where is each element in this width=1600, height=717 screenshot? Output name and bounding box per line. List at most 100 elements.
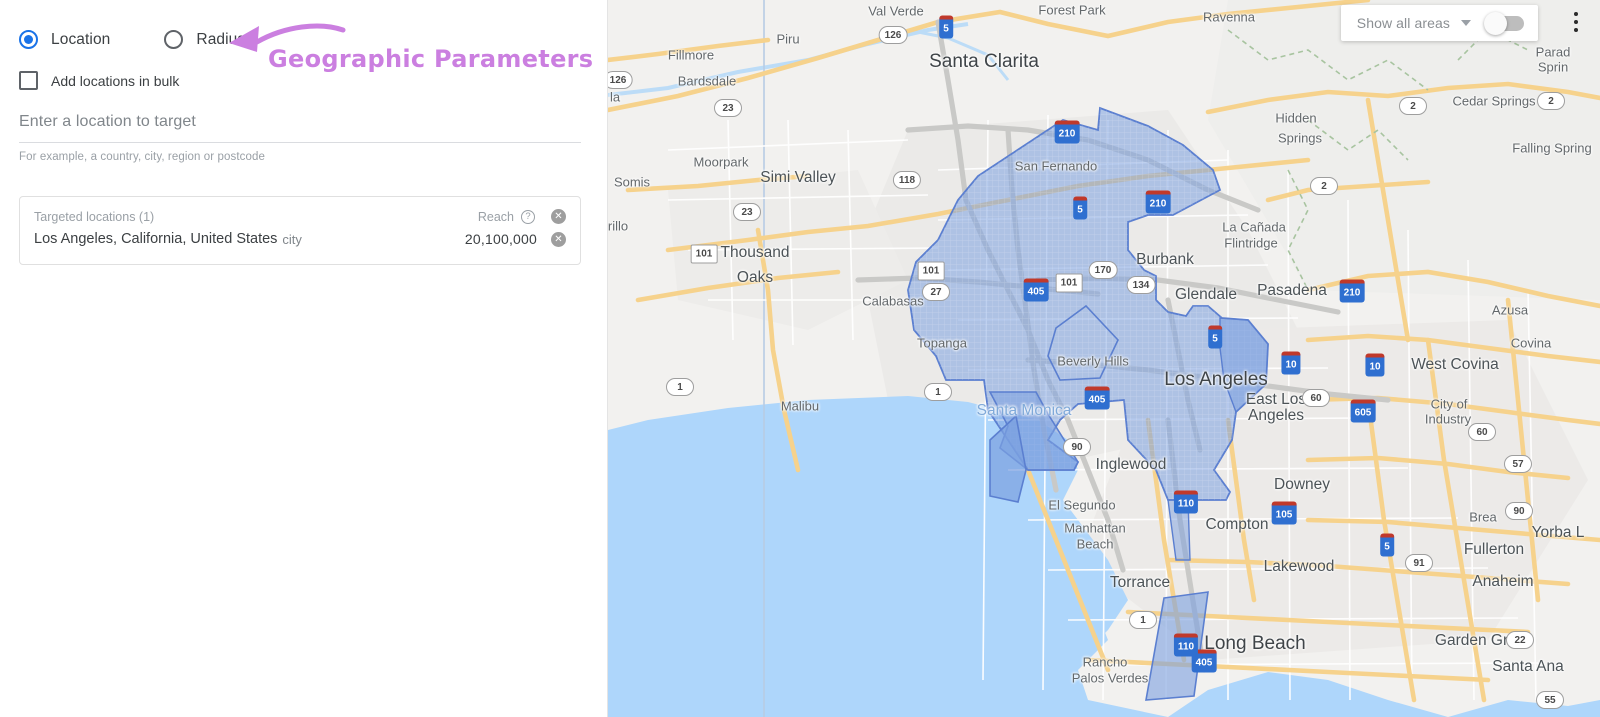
geographic-parameters-panel: Location Radius Add locations in bulk En… xyxy=(0,0,608,717)
road-shield-icon: 2 xyxy=(1310,177,1338,195)
reach-column-header: Reach xyxy=(478,210,514,224)
map-label: Hidden xyxy=(1275,111,1316,126)
road-shield-icon: 126 xyxy=(608,71,632,89)
map-label: City of xyxy=(1431,397,1468,412)
road-shield-icon: 134 xyxy=(1127,276,1156,294)
remove-location-icon[interactable]: ✕ xyxy=(551,232,566,247)
map-label: Parad xyxy=(1536,45,1571,60)
map-label: Moorpark xyxy=(694,155,749,170)
map-label: Industry xyxy=(1425,412,1471,427)
map-label: Malibu xyxy=(781,399,819,414)
road-shield-icon: 23 xyxy=(733,203,761,221)
map-label: Los Angeles xyxy=(1164,369,1268,391)
map-label: Palos Verdes xyxy=(1072,671,1149,686)
road-shield-icon: 90 xyxy=(1505,502,1533,520)
map-label: la xyxy=(610,90,620,105)
road-shield-icon: 55 xyxy=(1536,691,1564,709)
road-shield-icon: 5 xyxy=(1380,534,1394,557)
map-label: Burbank xyxy=(1136,251,1194,269)
road-shield-icon: 126 xyxy=(879,26,908,44)
map-label: Yorba L xyxy=(1532,524,1585,542)
radio-label-location: Location xyxy=(51,31,110,49)
radio-option-location[interactable]: Location xyxy=(19,30,110,49)
location-search-input[interactable]: Enter a location to target xyxy=(19,113,581,142)
road-shield-icon: 2 xyxy=(1537,92,1565,110)
map-label: Brea xyxy=(1469,510,1496,525)
show-all-areas-control[interactable]: Show all areas xyxy=(1341,5,1538,41)
map-label: Manhattan xyxy=(1064,521,1125,536)
map-label: Santa Monica xyxy=(977,402,1072,420)
map-label: El Segundo xyxy=(1048,498,1115,513)
map-label: Piru xyxy=(776,32,799,47)
road-shield-icon: 210 xyxy=(1340,280,1365,303)
map-label: West Covina xyxy=(1411,356,1499,374)
road-shield-icon: 1 xyxy=(666,378,694,396)
help-circle-icon[interactable]: ? xyxy=(521,210,535,224)
road-shield-icon: 90 xyxy=(1063,438,1091,456)
radio-option-radius[interactable]: Radius xyxy=(164,30,245,49)
road-shield-icon: 27 xyxy=(922,283,950,301)
road-shield-icon: 101 xyxy=(1056,274,1083,293)
map-label: Compton xyxy=(1206,516,1269,534)
road-shield-icon: 110 xyxy=(1174,491,1198,514)
road-shield-icon: 105 xyxy=(1272,502,1297,525)
road-shield-icon: 22 xyxy=(1506,631,1534,649)
chevron-down-icon[interactable] xyxy=(1461,20,1471,26)
location-input-field: Enter a location to target For example, … xyxy=(19,113,581,163)
map-label: Anaheim xyxy=(1472,573,1533,591)
radio-label-radius: Radius xyxy=(196,31,245,49)
map-label: Simi Valley xyxy=(760,169,836,187)
targeted-locations-card: Targeted locations (1) Reach ? ✕ Los Ang… xyxy=(19,196,581,265)
targeted-locations-header: Targeted locations (1) Reach ? ✕ xyxy=(20,197,580,228)
targeting-type-radio-group: Location Radius xyxy=(19,30,245,49)
map-label: Val Verde xyxy=(868,4,923,19)
road-shield-icon: 1 xyxy=(1129,611,1157,629)
map-label: Topanga xyxy=(917,336,967,351)
table-row: Los Angeles, California, United States c… xyxy=(20,228,580,264)
annotation-label: Geographic Parameters xyxy=(268,45,593,73)
map-label: rillo xyxy=(608,219,628,234)
road-shield-icon: 405 xyxy=(1085,387,1110,410)
map-label: Pasadena xyxy=(1257,282,1327,300)
road-shield-icon: 118 xyxy=(893,171,921,189)
map-label: Falling Spring xyxy=(1512,141,1592,156)
radio-selected-icon xyxy=(19,30,38,49)
map-label: Fillmore xyxy=(668,48,714,63)
checkbox-unchecked-icon xyxy=(19,71,38,90)
map-label: Ravenna xyxy=(1203,10,1255,25)
map-label: Springs xyxy=(1278,131,1322,146)
road-shield-icon: 1 xyxy=(924,383,952,401)
road-shield-icon: 101 xyxy=(918,262,945,281)
targeted-locations-title: Targeted locations (1) xyxy=(34,210,478,224)
road-shield-icon: 5 xyxy=(939,16,953,39)
road-shield-icon: 210 xyxy=(1146,191,1171,214)
map-label: Sprin xyxy=(1538,60,1568,75)
road-shield-icon: 10 xyxy=(1365,354,1384,377)
radio-unselected-icon xyxy=(164,30,183,49)
map-label: Thousand xyxy=(721,244,790,262)
add-locations-in-bulk-checkbox[interactable]: Add locations in bulk xyxy=(19,71,179,90)
map-label: La Cañada xyxy=(1222,220,1286,235)
map-label: Beach xyxy=(1077,537,1114,552)
map-label: Downey xyxy=(1274,476,1330,494)
map-label: Inglewood xyxy=(1096,456,1167,474)
road-shield-icon: 101 xyxy=(691,245,718,264)
map-label: Flintridge xyxy=(1224,236,1277,251)
road-shield-icon: 210 xyxy=(1055,121,1080,144)
map-label: Azusa xyxy=(1492,303,1528,318)
map-label: Cedar Springs xyxy=(1452,94,1535,109)
geo-targeting-screen: Location Radius Add locations in bulk En… xyxy=(0,0,1600,717)
map-label: San Fernando xyxy=(1015,159,1097,174)
map-label: Beverly Hills xyxy=(1057,354,1129,369)
map-label: Rancho xyxy=(1083,655,1128,670)
show-all-areas-toggle[interactable] xyxy=(1486,16,1524,31)
map-label: Calabasas xyxy=(862,294,923,309)
map-label: Santa Ana xyxy=(1492,658,1564,676)
map-canvas[interactable]: Val VerdeForest ParkRavennaPiruSanta Cla… xyxy=(608,0,1600,717)
map-label: Angeles xyxy=(1248,407,1304,425)
kebab-menu-icon[interactable] xyxy=(1566,8,1586,36)
road-shield-icon: 5 xyxy=(1208,326,1222,349)
map-label: Glendale xyxy=(1175,286,1237,304)
remove-all-locations-icon[interactable]: ✕ xyxy=(551,209,566,224)
targeted-location-type: city xyxy=(282,232,465,247)
